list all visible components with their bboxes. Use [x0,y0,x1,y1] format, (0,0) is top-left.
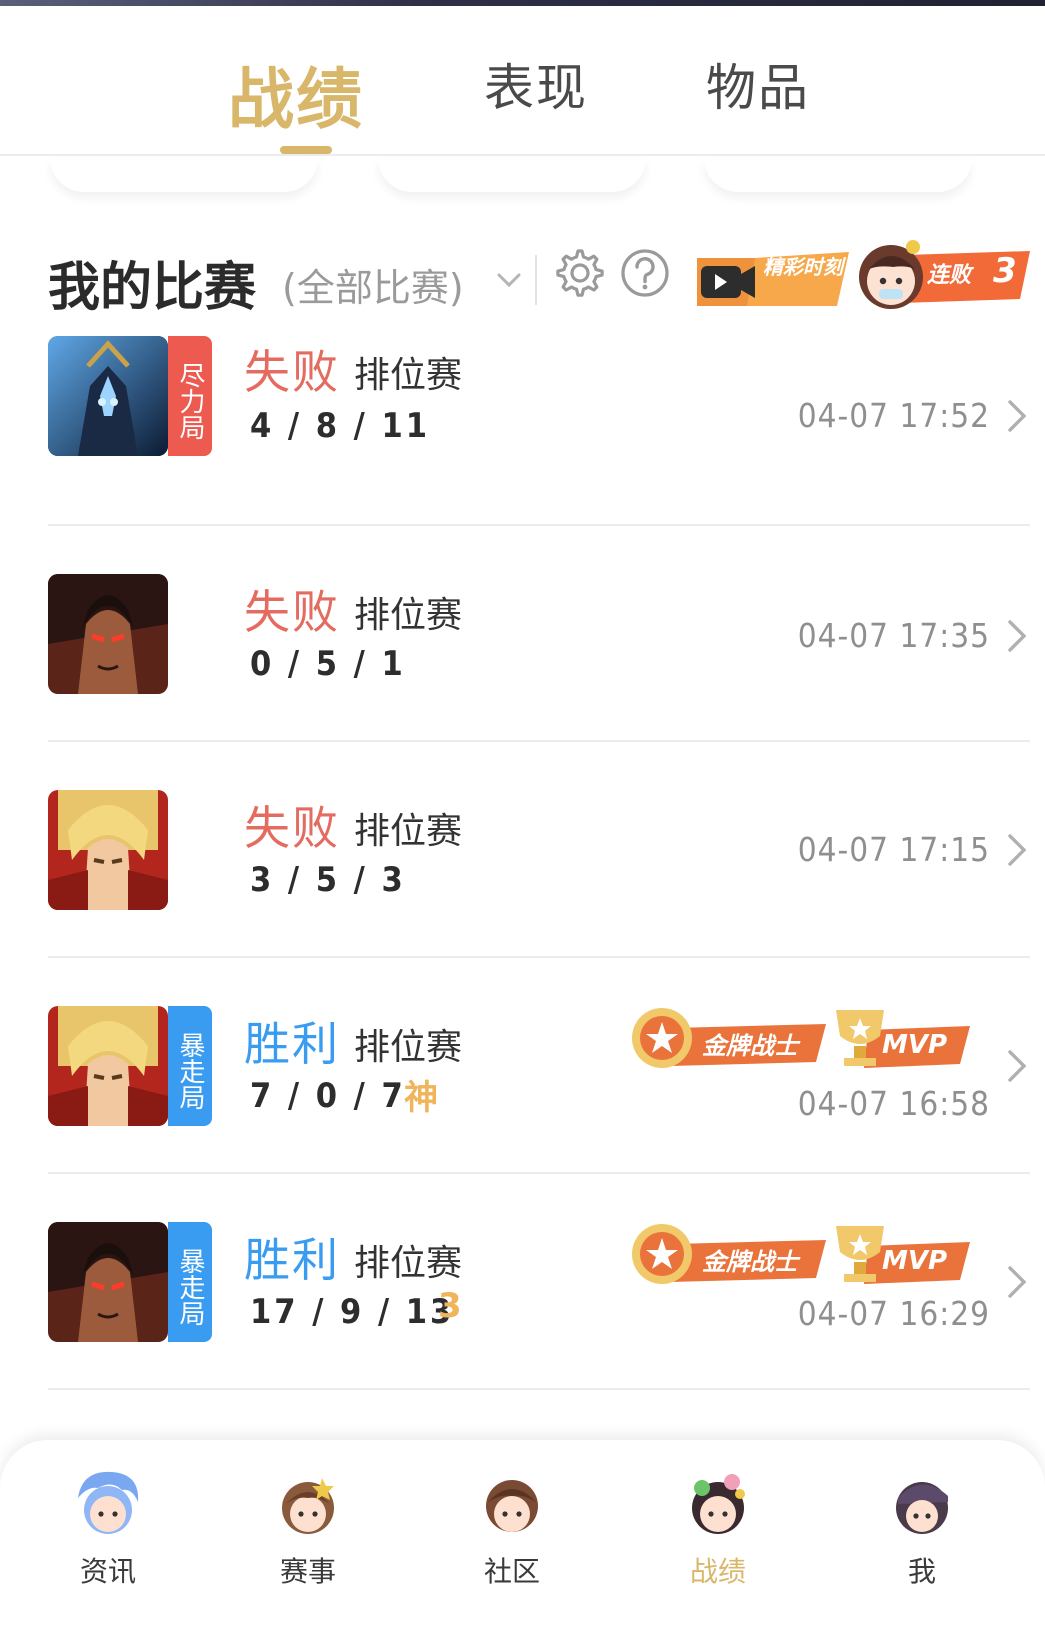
nav-label: 我 [907,1555,936,1588]
gear-icon[interactable] [550,245,606,301]
tab-items[interactable]: 物品 [706,48,810,120]
medal-label: MVP [882,1030,948,1060]
match-mode: 排位赛 [354,1027,463,1068]
hero-avatar [48,574,168,694]
nav-label: 赛事 [279,1555,336,1588]
nav-community[interactable]: 社区 [452,1468,572,1590]
match-kda: 7 / 0 / 7 [250,1076,406,1116]
match-time: 04-07 16:29 [797,1294,990,1333]
match-mode: 排位赛 [354,811,463,852]
summary-card [704,158,972,192]
medal-label: 金牌战士 [702,1032,798,1060]
chevron-down-icon[interactable] [494,265,524,295]
divider [535,255,537,305]
match-row[interactable]: 尽力局 失败 排位赛 4 / 8 / 11 04-07 17:52 [48,300,1030,526]
match-time: 04-07 16:58 [797,1084,990,1123]
active-tab-indicator [280,146,332,154]
match-tag: 尽力局 [168,336,212,456]
match-kda: 0 / 5 / 1 [250,644,406,684]
match-kda: 4 / 8 / 11 [250,406,431,446]
community-avatar-icon [486,1480,538,1532]
chevron-right-icon[interactable] [1004,1048,1030,1084]
triple-kill-badge: 3 [438,1286,462,1326]
match-history-page: 战绩 表现 物品 我的比赛 (全部比赛) 精彩时刻 连败 3 尽力局 失败 排位… [0,0,1045,1649]
chevron-right-icon[interactable] [1004,398,1030,434]
nav-events[interactable]: 赛事 [248,1468,368,1590]
mvp-medal: MVP [828,1222,970,1286]
match-row[interactable]: 暴走局 胜利 排位赛 17 / 9 / 13 3 金牌战士 MVP 04-07 … [48,1174,1030,1390]
summary-cards-edge [0,158,1045,198]
gold-warrior-medal: 金牌战士 [630,1006,826,1070]
profile-avatar-icon [896,1482,948,1534]
hero-avatar [48,336,168,456]
streak-count: 3 [993,251,1017,291]
match-row[interactable]: 失败 排位赛 3 / 5 / 3 04-07 17:15 [48,742,1030,958]
hero-avatar [48,1006,168,1126]
match-result: 失败 [244,345,340,399]
nav-label: 社区 [483,1555,540,1588]
match-result: 胜利 [244,1233,340,1287]
nav-news[interactable]: 资讯 [48,1468,168,1590]
hero-avatar [48,790,168,910]
tab-bar: 战绩 表现 物品 [0,6,1045,156]
chevron-right-icon[interactable] [1004,1264,1030,1300]
record-avatar-icon [692,1474,745,1534]
nav-label: 战绩 [689,1555,746,1588]
match-tag: 暴走局 [168,1006,212,1126]
match-mode: 排位赛 [354,355,463,396]
match-row[interactable]: 失败 排位赛 0 / 5 / 1 04-07 17:35 [48,526,1030,742]
match-kda: 17 / 9 / 13 [250,1292,455,1332]
tab-performance[interactable]: 表现 [484,48,588,120]
match-mode: 排位赛 [354,595,463,636]
nav-label: 资讯 [79,1555,136,1588]
match-time: 04-07 17:35 [797,616,990,655]
match-result: 胜利 [244,1017,340,1071]
events-avatar-icon [282,1478,334,1534]
gold-warrior-medal: 金牌战士 [630,1222,826,1286]
tab-record[interactable]: 战绩 [228,46,364,142]
news-avatar-icon [78,1471,139,1534]
nav-record[interactable]: 战绩 [658,1468,778,1590]
medal-label: 金牌战士 [702,1248,798,1276]
match-tag: 暴走局 [168,1222,212,1342]
chevron-right-icon[interactable] [1004,618,1030,654]
medal-label: MVP [882,1246,948,1276]
hero-avatar [48,1222,168,1342]
mvp-medal: MVP [828,1006,970,1070]
summary-card [50,158,318,192]
match-result: 失败 [244,801,340,855]
match-result: 失败 [244,585,340,639]
summary-card [378,158,646,192]
question-icon[interactable] [619,247,671,299]
match-row[interactable]: 暴走局 胜利 排位赛 7 / 0 / 7 神 金牌战士 MVP 04-07 16… [48,958,1030,1174]
streak-label: 连败 [927,263,972,288]
godlike-badge: 神 [404,1078,438,1118]
match-time: 04-07 17:52 [797,396,990,435]
match-mode: 排位赛 [354,1243,463,1284]
nav-me[interactable]: 我 [862,1468,982,1590]
highlight-label: 精彩时刻 [763,255,843,279]
match-time: 04-07 17:15 [797,830,990,869]
bottom-navigation: 资讯 赛事 社区 战绩 我 [0,1440,1045,1649]
match-kda: 3 / 5 / 3 [250,860,406,900]
chevron-right-icon[interactable] [1004,832,1030,868]
